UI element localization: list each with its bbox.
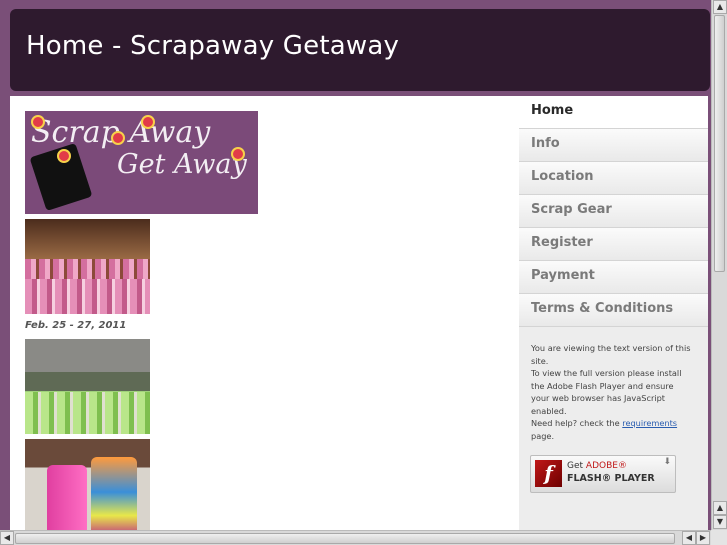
main-nav: Home Info Location Scrap Gear Register P… xyxy=(519,96,708,327)
vertical-scrollbar[interactable]: ▲ ▲ ▼ xyxy=(711,0,727,530)
scrapaway-logo: Scrap Away Get Away xyxy=(25,111,258,214)
scroll-left-button-end[interactable]: ◀ xyxy=(682,531,696,545)
logo-line-2: Get Away xyxy=(117,149,247,180)
flower-icon xyxy=(31,115,45,129)
scroll-down-button[interactable]: ▼ xyxy=(713,515,727,529)
requirements-link[interactable]: requirements xyxy=(622,418,677,428)
nav-item-payment[interactable]: Payment xyxy=(519,261,708,294)
flash-badge-line1: Get ADOBE® xyxy=(567,461,627,471)
flower-icon xyxy=(111,131,125,145)
nav-item-scrap-gear[interactable]: Scrap Gear xyxy=(519,195,708,228)
notice-help: Need help? check the requirements page. xyxy=(531,417,691,442)
scrollbar-corner xyxy=(711,530,727,545)
nav-item-terms[interactable]: Terms & Conditions xyxy=(519,294,708,327)
vertical-scroll-thumb[interactable] xyxy=(714,15,725,272)
flower-icon xyxy=(141,115,155,129)
scroll-left-button[interactable]: ◀ xyxy=(0,531,14,545)
scroll-up-button[interactable]: ▲ xyxy=(713,0,727,14)
sidebar: Home Info Location Scrap Gear Register P… xyxy=(519,96,708,530)
site-header: Home - Scrapaway Getaway xyxy=(10,9,710,91)
flower-icon xyxy=(231,147,245,161)
group-photo-staircase xyxy=(25,219,150,314)
event-date: Feb. 25 - 27, 2011 xyxy=(25,320,127,331)
flash-logo-icon: f xyxy=(535,460,562,487)
notice-help-suffix: page. xyxy=(531,430,555,441)
horizontal-scrollbar[interactable]: ◀ ◀ ▶ xyxy=(0,530,711,545)
nav-item-location[interactable]: Location xyxy=(519,162,708,195)
main-content: Scrap Away Get Away Feb. 25 - 27, 2011 xyxy=(10,96,519,530)
flash-player-label: FLASH® PLAYER xyxy=(567,473,655,484)
nav-item-home[interactable]: Home xyxy=(519,96,708,129)
flash-notice: You are viewing the text version of this… xyxy=(531,342,691,442)
nav-item-info[interactable]: Info xyxy=(519,129,708,162)
costume-photo xyxy=(25,439,150,530)
page-title: Home - Scrapaway Getaway xyxy=(26,31,400,61)
adobe-brand: ADOBE® xyxy=(585,461,627,471)
flower-icon xyxy=(57,149,71,163)
notice-help-prefix: Need help? check the xyxy=(531,418,620,428)
group-photo-green-shirts xyxy=(25,339,150,434)
notice-text-version: You are viewing the text version of this… xyxy=(531,343,691,366)
horizontal-scroll-thumb[interactable] xyxy=(15,533,675,544)
notice-install-flash: To view the full version please install … xyxy=(531,368,682,416)
scroll-right-button[interactable]: ▶ xyxy=(696,531,710,545)
flash-get-label: Get xyxy=(567,461,584,471)
get-flash-player-button[interactable]: f Get ADOBE® FLASH® PLAYER ⬇ xyxy=(530,455,676,493)
nav-item-register[interactable]: Register xyxy=(519,228,708,261)
scroll-up-button-lower[interactable]: ▲ xyxy=(713,501,727,515)
download-arrow-icon: ⬇ xyxy=(663,457,671,467)
